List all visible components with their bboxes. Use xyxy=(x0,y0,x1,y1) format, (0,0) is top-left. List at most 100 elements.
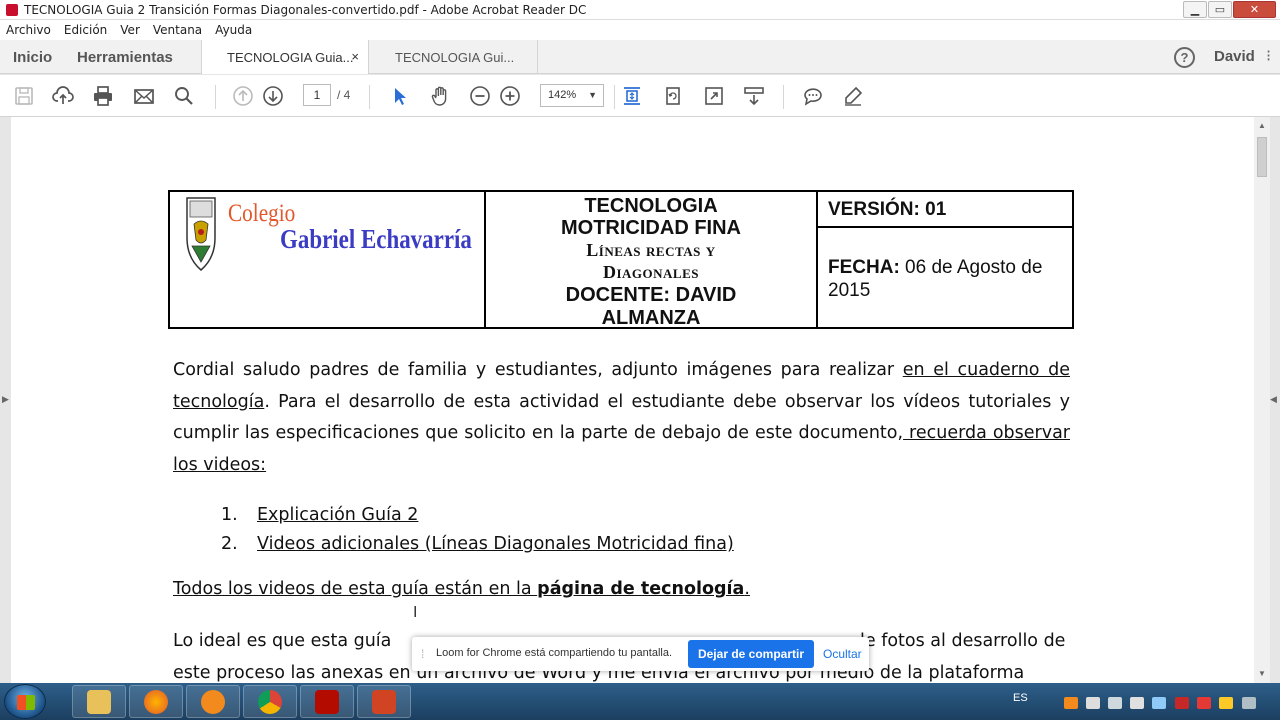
teacher-line2: ALMANZA xyxy=(601,307,701,329)
tray-misc-icon[interactable] xyxy=(1242,697,1256,709)
menu-ver[interactable]: Ver xyxy=(120,23,140,37)
antivirus-icon[interactable] xyxy=(1175,697,1189,709)
school-name-line2: Gabriel Echavarría xyxy=(280,224,472,254)
media-player-icon xyxy=(201,689,225,714)
drag-handle-icon[interactable]: ⁞ xyxy=(421,647,424,661)
close-button[interactable]: ✕ xyxy=(1233,1,1276,18)
page-total: / 4 xyxy=(337,88,351,102)
taskbar-media-player[interactable] xyxy=(186,685,240,718)
menu-ayuda[interactable]: Ayuda xyxy=(215,23,252,37)
list-number: 1. xyxy=(221,505,238,525)
version-label: VERSIÓN: 01 xyxy=(818,192,1072,228)
title-bar: TECNOLOGIA Guia 2 Transición Formas Diag… xyxy=(0,0,1280,20)
topic-line1: Líneas rectas y xyxy=(586,240,716,260)
tab-label: TECNOLOGIA Gui... xyxy=(395,49,515,65)
page-number-input[interactable]: 1 xyxy=(303,84,331,106)
videos-location-line: Todos los videos de esta guía están en l… xyxy=(173,579,750,599)
upload-cloud-icon[interactable] xyxy=(52,85,74,107)
menu-archivo[interactable]: Archivo xyxy=(6,23,51,37)
scroll-up-icon[interactable]: ▲ xyxy=(1258,121,1266,130)
volume-icon[interactable] xyxy=(1130,697,1144,709)
tray-notification-icon[interactable] xyxy=(1086,697,1100,709)
vertical-scrollbar[interactable]: ▲ ▼ xyxy=(1254,117,1270,683)
hide-button[interactable]: Ocultar xyxy=(823,647,862,661)
nav-tools[interactable]: Herramientas xyxy=(77,49,173,66)
tab-close-icon[interactable]: × xyxy=(351,49,359,64)
windows-logo-icon xyxy=(17,695,35,710)
taskbar-firefox[interactable] xyxy=(129,685,183,718)
version-cell: VERSIÓN: 01 FECHA: 06 de Agosto de 2015 xyxy=(818,192,1072,327)
next-page-icon[interactable] xyxy=(262,85,284,107)
zoom-out-icon[interactable] xyxy=(469,85,491,107)
scrollbar-thumb[interactable] xyxy=(1257,137,1267,177)
minimize-button[interactable]: ▁ xyxy=(1183,1,1207,18)
window-title: TECNOLOGIA Guia 2 Transición Formas Diag… xyxy=(24,2,587,17)
subject-cell: TECNOLOGIA MOTRICIDAD FINA Líneas rectas… xyxy=(486,192,818,329)
user-name[interactable]: David xyxy=(1214,48,1255,65)
school-crest-icon xyxy=(186,197,216,271)
right-panel-toggle-icon[interactable]: ◀ xyxy=(1270,394,1277,405)
list-number: 2. xyxy=(221,534,238,554)
highlight-pen-icon[interactable] xyxy=(842,85,864,107)
full-screen-icon[interactable] xyxy=(703,85,725,107)
acrobat-icon xyxy=(6,3,18,16)
tab-document-inactive[interactable]: TECNOLOGIA Gui... xyxy=(370,40,538,74)
select-cursor-icon[interactable] xyxy=(389,85,411,107)
header-table: Colegio Gabriel Echavarría TECNOLOGIA MO… xyxy=(168,190,1074,329)
comment-icon[interactable] xyxy=(802,85,824,107)
zoom-value: 142% xyxy=(548,89,577,101)
search-icon[interactable] xyxy=(173,85,195,107)
taskbar-explorer[interactable] xyxy=(72,685,126,718)
tray-alert-icon[interactable] xyxy=(1219,697,1233,709)
screen-share-bar: ⁞ Loom for Chrome está compartiendo tu p… xyxy=(412,637,869,671)
taskbar-chrome[interactable] xyxy=(243,685,297,718)
folder-icon xyxy=(87,689,111,714)
tray-device-icon[interactable] xyxy=(1152,697,1166,709)
intro-paragraph: Cordial saludo padres de familia y estud… xyxy=(173,355,1070,481)
tray-shield-icon[interactable] xyxy=(1197,697,1211,709)
more-options-icon[interactable]: ⁝ xyxy=(1266,46,1271,66)
tab-document-active[interactable]: TECNOLOGIA Guia... × xyxy=(201,40,369,74)
stop-sharing-button[interactable]: Dejar de compartir xyxy=(688,640,814,668)
document-viewer[interactable]: Colegio Gabriel Echavarría TECNOLOGIA MO… xyxy=(0,117,1280,683)
help-icon[interactable]: ? xyxy=(1174,47,1195,68)
subject-line1: TECNOLOGIA xyxy=(584,195,718,217)
menu-bar: Archivo Edición Ver Ventana Ayuda xyxy=(0,20,1280,40)
tabs-row: Inicio Herramientas TECNOLOGIA Guia... ×… xyxy=(0,40,1280,74)
email-icon[interactable] xyxy=(133,85,155,107)
tab-label: TECNOLOGIA Guia... xyxy=(227,49,354,65)
zoom-in-icon[interactable] xyxy=(499,85,521,107)
para3-line1-left: Lo ideal es que esta guía xyxy=(173,631,392,651)
nav-home[interactable]: Inicio xyxy=(13,49,52,66)
date-label: FECHA: xyxy=(828,257,900,278)
tray-app-icon[interactable] xyxy=(1064,697,1078,709)
powerpoint-icon xyxy=(372,689,396,714)
zoom-select[interactable]: 142% ▼ xyxy=(540,84,604,107)
save-icon[interactable] xyxy=(13,85,35,107)
hand-tool-icon[interactable] xyxy=(430,85,452,107)
fit-page-icon[interactable] xyxy=(621,85,643,107)
rotate-page-icon[interactable] xyxy=(662,85,684,107)
video-link-guide[interactable]: Explicación Guía 2 xyxy=(257,505,418,525)
menu-ventana[interactable]: Ventana xyxy=(153,23,202,37)
share-message: Loom for Chrome está compartiendo tu pan… xyxy=(436,647,673,659)
topic-line2: Diagonales xyxy=(602,262,700,282)
print-icon[interactable] xyxy=(92,85,114,107)
taskbar-powerpoint[interactable] xyxy=(357,685,411,718)
left-panel-toggle-icon[interactable]: ▶ xyxy=(2,394,9,405)
video-link-additional[interactable]: Videos adicionales (Líneas Diagonales Mo… xyxy=(257,534,734,554)
language-indicator[interactable]: ES xyxy=(1013,692,1028,704)
start-button[interactable] xyxy=(4,684,46,719)
maximize-button[interactable]: ▭ xyxy=(1208,1,1232,18)
scroll-down-icon[interactable]: ▼ xyxy=(1258,669,1266,678)
videos-line-suffix: . xyxy=(744,579,750,599)
taskbar-acrobat[interactable] xyxy=(300,685,354,718)
toolbar-divider xyxy=(614,85,615,109)
subject-line2: MOTRICIDAD FINA xyxy=(561,217,741,239)
network-icon[interactable] xyxy=(1108,697,1122,709)
toolbar-divider xyxy=(215,85,216,109)
scrolling-mode-icon[interactable] xyxy=(743,85,765,107)
menu-edicion[interactable]: Edición xyxy=(64,23,107,37)
intro-part1: Cordial saludo padres de familia y estud… xyxy=(173,360,903,380)
previous-page-icon[interactable] xyxy=(232,85,254,107)
